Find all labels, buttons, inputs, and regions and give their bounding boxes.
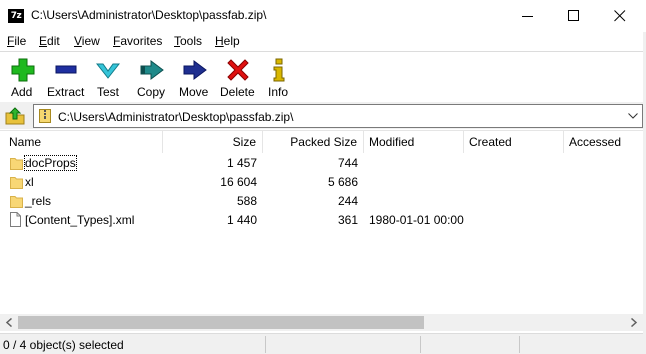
file-packed-size: 744 xyxy=(337,156,358,170)
maximize-button[interactable] xyxy=(551,0,597,32)
minus-icon xyxy=(55,65,77,74)
minimize-icon xyxy=(522,16,533,17)
address-path: C:\Users\Administrator\Desktop\passfab.z… xyxy=(58,110,294,124)
folder-icon xyxy=(10,177,23,189)
menu-file-label: ile xyxy=(14,34,27,48)
menu-view-mnemonic: V xyxy=(74,34,82,48)
file-modified: 1980-01-01 00:00 xyxy=(369,213,464,227)
move-arrow-icon xyxy=(183,60,207,80)
maximize-icon xyxy=(568,10,579,21)
menu-favorites-label: avorites xyxy=(120,34,163,48)
delete-x-icon xyxy=(227,59,249,81)
menu-view-label: iew xyxy=(81,34,100,48)
scrollbar-thumb[interactable] xyxy=(18,316,424,329)
zip-file-icon xyxy=(39,109,51,123)
menu-edit-mnemonic: E xyxy=(39,34,48,48)
close-button[interactable] xyxy=(597,0,646,32)
add-button[interactable]: Add xyxy=(6,56,40,100)
test-button[interactable]: Test xyxy=(93,56,125,100)
copy-button[interactable]: Copy xyxy=(134,56,170,100)
plus-icon xyxy=(11,58,35,82)
column-header-packed-size[interactable]: Packed Size xyxy=(263,131,364,153)
file-name: docProps xyxy=(24,155,77,171)
move-button[interactable]: Move xyxy=(176,56,214,100)
toolbar: Add Extract Test Copy Move Delete Info xyxy=(0,51,646,101)
table-row[interactable]: xl 16 604 5 686 xyxy=(0,173,620,192)
file-size: 16 604 xyxy=(220,175,257,189)
file-size: 588 xyxy=(236,194,257,208)
file-icon xyxy=(10,212,21,227)
address-row: C:\Users\Administrator\Desktop\passfab.z… xyxy=(0,102,646,129)
title-bar: 7z C:\Users\Administrator\Desktop\passfa… xyxy=(0,0,646,32)
chevron-down-icon[interactable] xyxy=(628,113,638,119)
checkmark-icon xyxy=(96,63,120,79)
menu-help-label: elp xyxy=(223,34,240,48)
menu-edit-label: dit xyxy=(47,34,60,48)
file-size: 1 440 xyxy=(226,213,257,227)
menu-favorites[interactable]: Favorites xyxy=(113,34,162,48)
table-row[interactable]: docProps 1 457 744 xyxy=(0,154,620,173)
status-divider xyxy=(265,336,266,353)
menu-tools-label: ools xyxy=(180,34,203,48)
delete-button[interactable]: Delete xyxy=(218,56,258,100)
column-header-created[interactable]: Created xyxy=(464,131,564,153)
file-size: 1 457 xyxy=(226,156,257,170)
menu-view[interactable]: View xyxy=(74,34,100,48)
menu-file[interactable]: File xyxy=(7,34,26,48)
folder-icon xyxy=(10,196,23,208)
close-icon xyxy=(614,10,626,22)
file-name: [Content_Types].xml xyxy=(25,213,135,227)
info-button[interactable]: Info xyxy=(265,56,295,100)
extract-label: Extract xyxy=(47,85,85,99)
menu-tools[interactable]: Tools xyxy=(174,34,202,48)
horizontal-scrollbar[interactable] xyxy=(0,314,646,331)
add-label: Add xyxy=(11,85,33,99)
delete-label: Delete xyxy=(220,85,255,99)
column-header-accessed[interactable]: Accessed xyxy=(564,131,643,153)
column-header-modified[interactable]: Modified xyxy=(364,131,464,153)
file-name: _rels xyxy=(25,194,52,208)
folder-up-icon[interactable] xyxy=(5,107,25,125)
copy-label: Copy xyxy=(137,85,166,99)
column-header-name[interactable]: Name xyxy=(0,131,163,153)
app-icon[interactable]: 7z xyxy=(8,9,24,23)
scroll-left-icon[interactable] xyxy=(5,318,13,327)
column-created-label: Created xyxy=(469,135,512,149)
column-packed-size-label: Packed Size xyxy=(290,135,357,149)
column-header-size[interactable]: Size xyxy=(163,131,263,153)
status-divider xyxy=(519,336,520,353)
column-size-label: Size xyxy=(232,135,256,149)
file-name: xl xyxy=(25,175,34,189)
table-row[interactable]: [Content_Types].xml 1 440 361 1980-01-01… xyxy=(0,211,620,230)
menu-bar: File Edit View Favorites Tools Help xyxy=(0,32,646,50)
scroll-right-icon[interactable] xyxy=(630,318,638,327)
selection-status: 0 / 4 object(s) selected xyxy=(3,338,124,352)
minimize-button[interactable] xyxy=(505,0,551,32)
file-packed-size: 361 xyxy=(337,213,358,227)
info-icon xyxy=(273,58,285,82)
extract-button[interactable]: Extract xyxy=(44,56,88,100)
folder-icon xyxy=(10,158,23,170)
copy-arrow-icon xyxy=(140,60,164,80)
move-label: Move xyxy=(179,85,209,99)
window-title: C:\Users\Administrator\Desktop\passfab.z… xyxy=(31,8,267,22)
file-packed-size: 244 xyxy=(337,194,358,208)
menu-help-mnemonic: H xyxy=(215,34,224,48)
column-accessed-label: Accessed xyxy=(569,135,622,149)
status-bar: 0 / 4 object(s) selected xyxy=(0,333,646,354)
table-row[interactable]: _rels 588 244 xyxy=(0,192,620,211)
status-divider xyxy=(420,336,421,353)
column-modified-label: Modified xyxy=(369,135,415,149)
file-packed-size: 5 686 xyxy=(327,175,358,189)
info-label: Info xyxy=(268,85,289,99)
menu-help[interactable]: Help xyxy=(215,34,240,48)
column-name-label: Name xyxy=(9,135,42,149)
menu-edit[interactable]: Edit xyxy=(39,34,60,48)
address-field[interactable]: C:\Users\Administrator\Desktop\passfab.z… xyxy=(33,104,643,128)
test-label: Test xyxy=(97,85,120,99)
file-list: Name Size Packed Size Modified Created A… xyxy=(0,130,646,314)
